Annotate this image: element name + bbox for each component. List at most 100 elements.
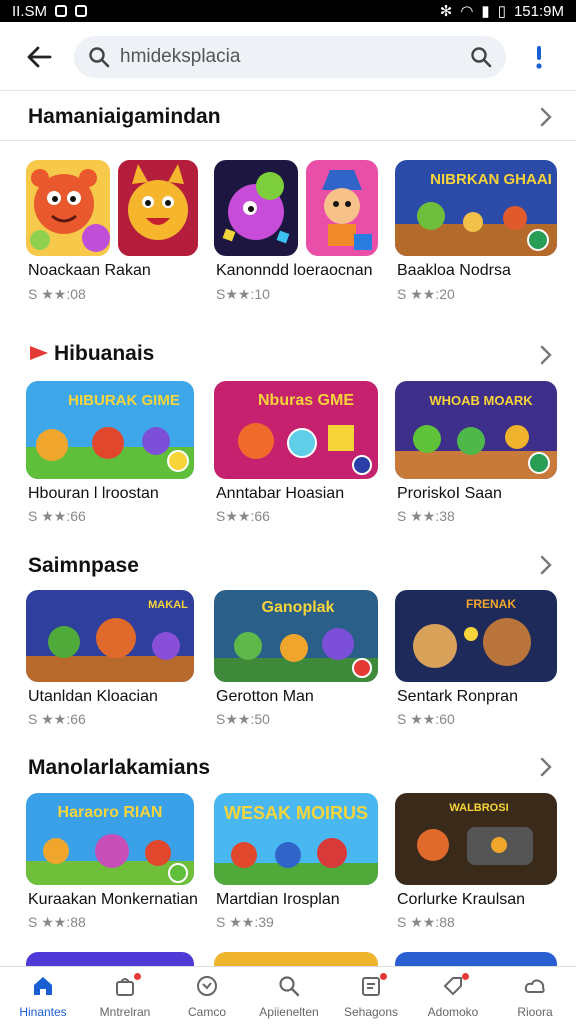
nav-bag[interactable]: Mntrelran bbox=[84, 967, 166, 1024]
chevron-right-icon[interactable] bbox=[538, 106, 554, 128]
nav-label: Rioora bbox=[517, 1005, 553, 1019]
game-banner: Nburas GME bbox=[214, 381, 378, 479]
nav-tag[interactable]: Adomoko bbox=[412, 967, 494, 1024]
game-rating: S★★:50 bbox=[216, 711, 270, 727]
game-banner: HIBURAK GIME bbox=[26, 381, 194, 479]
game-title: Corlurke Kraulsan bbox=[397, 891, 526, 908]
game-title: Anntabar Hoasian bbox=[216, 485, 345, 502]
nav-search[interactable]: Apiienelten bbox=[248, 967, 330, 1024]
game-rating: S ★★:66 bbox=[28, 711, 86, 727]
banner-text: NIBRKAN GHAAI bbox=[430, 171, 552, 188]
svg-text:Haraoro RIAN: Haraoro RIAN bbox=[58, 804, 163, 821]
app-icon bbox=[306, 160, 378, 256]
chevron-right-icon[interactable] bbox=[538, 344, 554, 366]
game-title: Kuraakan Monkernatian bbox=[28, 891, 198, 908]
home-icon bbox=[34, 977, 52, 995]
app-rating: S ★★:08 bbox=[28, 286, 86, 302]
chevron-right-icon[interactable] bbox=[538, 756, 554, 778]
app-card[interactable]: NIBRKAN GHAAI Baakloa Nodrsa S ★★:20 bbox=[395, 160, 557, 306]
nav-label: Apiienelten bbox=[259, 1005, 319, 1019]
app-card[interactable]: Kanonndd loeraocnan S★★:10 bbox=[214, 160, 378, 306]
game-card[interactable]: WHOAB MOARK ProriskoI Saan S ★★:38 bbox=[395, 381, 557, 527]
game-card[interactable]: FRENAK Sentark Ronpran S ★★:60 bbox=[395, 590, 557, 736]
svg-text:WHOAB MOARK: WHOAB MOARK bbox=[429, 393, 533, 408]
message-icon bbox=[75, 5, 88, 17]
youtube-play-icon bbox=[30, 346, 48, 360]
search-input[interactable]: hmideksplacia bbox=[74, 36, 506, 78]
nav-label: Adomoko bbox=[427, 1005, 479, 1019]
nav-label: Mntrelran bbox=[99, 1005, 151, 1019]
game-card[interactable]: WESAK MOIRUS Martdian Irosplan S ★★:39 bbox=[214, 793, 378, 939]
game-card[interactable]: HIBURAK GIME Hbouran l lroostan S ★★:66 bbox=[26, 381, 194, 527]
game-rating: S ★★:66 bbox=[28, 508, 86, 524]
svg-text:Nburas GME: Nburas GME bbox=[258, 392, 354, 409]
svg-text:MAKAL: MAKAL bbox=[148, 599, 188, 611]
game-banner: MAKAL bbox=[26, 590, 194, 682]
game-rating: S ★★:88 bbox=[28, 914, 86, 930]
nav-cloud[interactable]: Rioora bbox=[494, 967, 576, 1024]
app-icon bbox=[214, 160, 298, 256]
note-icon bbox=[362, 977, 380, 996]
section-title: Saimnpase bbox=[28, 554, 139, 577]
game-title: Sentark Ronpran bbox=[397, 688, 518, 705]
cloud-icon bbox=[524, 979, 545, 993]
bottom-navigation: Hinantes Mntrelran Camco Apiienelten Seh… bbox=[0, 966, 576, 1024]
game-rating: S★★:66 bbox=[216, 508, 270, 524]
chevron-right-icon[interactable] bbox=[538, 554, 554, 576]
notification-badge bbox=[380, 973, 387, 980]
svg-text:FRENAK: FRENAK bbox=[466, 597, 516, 611]
app-icon bbox=[118, 160, 198, 256]
svg-text:Ganoplak: Ganoplak bbox=[262, 599, 335, 616]
game-rating: S ★★:88 bbox=[397, 914, 455, 930]
battery-icon: ▯ bbox=[497, 3, 506, 20]
game-banner: WALBROSI bbox=[395, 793, 557, 885]
game-rating: S ★★:60 bbox=[397, 711, 455, 727]
game-banner: WHOAB MOARK bbox=[395, 381, 557, 479]
app-rating: S★★:10 bbox=[216, 286, 270, 302]
game-title: Martdian Irosplan bbox=[216, 891, 340, 908]
app-card[interactable]: Noackaan Rakan S ★★:08 bbox=[26, 160, 198, 306]
clock-text: 151:9M bbox=[513, 2, 564, 20]
game-card[interactable]: WALBROSI Corlurke Kraulsan S ★★:88 bbox=[395, 793, 557, 939]
wifi-icon: ◠ bbox=[460, 3, 474, 20]
search-icon bbox=[89, 47, 110, 68]
game-card[interactable]: Nburas GME Anntabar Hoasian S★★:66 bbox=[214, 381, 378, 527]
signal-icon: ▮ bbox=[481, 3, 490, 20]
nav-home[interactable]: Hinantes bbox=[2, 967, 84, 1024]
game-rating: S ★★:39 bbox=[216, 914, 274, 930]
nav-label: Hinantes bbox=[19, 1005, 67, 1019]
game-banner: FRENAK bbox=[395, 590, 557, 682]
notification-icon bbox=[55, 5, 68, 17]
nav-label: Camco bbox=[187, 1005, 226, 1019]
search-query: hmideksplacia bbox=[120, 46, 241, 67]
nav-note[interactable]: Sehagons bbox=[330, 967, 412, 1024]
section-divider bbox=[0, 140, 576, 141]
bluetooth-icon: ✻ bbox=[439, 3, 453, 20]
search-submit-icon[interactable] bbox=[470, 46, 492, 68]
section-title: Hibuanais bbox=[54, 342, 155, 365]
more-options-icon[interactable] bbox=[534, 44, 544, 70]
game-card[interactable]: Haraoro RIAN Kuraakan Monkernatian S ★★:… bbox=[26, 793, 198, 939]
game-banner: NIBRKAN GHAAI bbox=[395, 160, 557, 256]
game-banner: Haraoro RIAN bbox=[26, 793, 194, 885]
app-title: Baakloa Nodrsa bbox=[397, 262, 511, 279]
game-title: ProriskoI Saan bbox=[397, 485, 502, 502]
svg-text:WALBROSI: WALBROSI bbox=[449, 802, 508, 814]
game-card[interactable]: MAKAL Utanldan Kloacian S ★★:66 bbox=[26, 590, 194, 736]
game-title: Gerotton Man bbox=[216, 688, 314, 705]
nav-compass[interactable]: Camco bbox=[166, 967, 248, 1024]
game-card[interactable]: Ganoplak Gerotton Man S★★:50 bbox=[214, 590, 378, 736]
section-title: Manolarlakamians bbox=[28, 756, 211, 779]
game-title: Hbouran l lroostan bbox=[28, 485, 159, 502]
compass-icon bbox=[197, 976, 217, 996]
back-arrow-icon[interactable] bbox=[24, 42, 54, 72]
app-title: Noackaan Rakan bbox=[28, 262, 151, 279]
status-bar: II.SM ✻ ◠ ▮ ▯ 151:9M bbox=[0, 0, 576, 22]
carrier-text: II.SM bbox=[12, 2, 48, 20]
game-rating: S ★★:38 bbox=[397, 508, 455, 524]
section-title: Hamaniaigamindan bbox=[28, 105, 221, 128]
tag-icon bbox=[443, 977, 462, 996]
svg-text:WESAK MOIRUS: WESAK MOIRUS bbox=[224, 803, 368, 823]
game-banner: Ganoplak bbox=[214, 590, 378, 682]
app-title: Kanonndd loeraocnan bbox=[216, 262, 373, 279]
